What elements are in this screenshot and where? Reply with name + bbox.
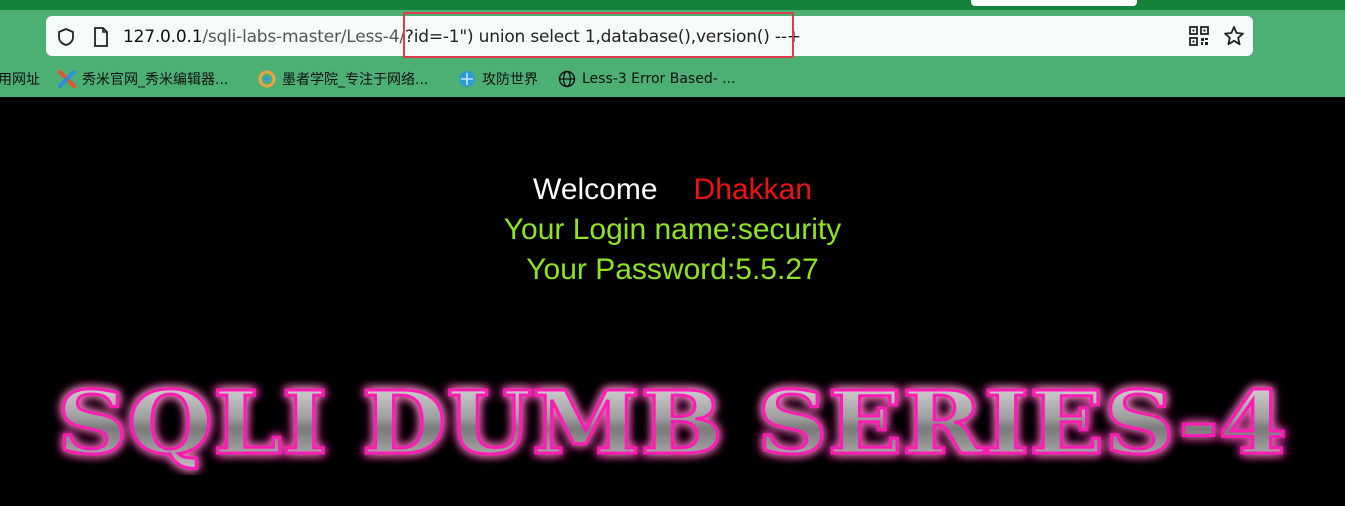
login-name-text: Your Login name:security (503, 213, 842, 246)
bookmark-label: 攻防世界 (482, 72, 538, 88)
xiumi-icon (58, 70, 76, 88)
bookmark-item[interactable]: 秀米官网_秀米编辑器... (58, 66, 228, 92)
bookmark-item[interactable]: 攻防世界 (458, 66, 538, 92)
welcome-line: Welcome Dhakkan (0, 173, 1345, 207)
active-tab[interactable] (971, 0, 1137, 6)
page-icon (91, 26, 111, 48)
bookmark-label: 用网址 (0, 72, 40, 88)
bookmark-star-icon[interactable] (1222, 24, 1246, 48)
bookmark-label: 秀米官网_秀米编辑器... (82, 72, 229, 88)
sqli-dumb-series-banner: SQLI DUMB SERIES-4 (56, 372, 1289, 476)
url-path: /sqli-labs-master/Less-4/ (202, 27, 405, 47)
password-text: Your Password:5.5.27 (526, 253, 819, 286)
highlight-annotation-box (403, 12, 794, 58)
bookmark-item[interactable]: Less-3 Error Based- ... (558, 66, 736, 92)
bookmark-label: 墨者学院_专注于网络... (282, 72, 429, 88)
page-content: Welcome Dhakkan Your Login name:security … (0, 97, 1345, 506)
browser-toolbar: 127.0.0.1/sqli-labs-master/Less-4/?id=-1… (0, 0, 1345, 97)
banner-text: SQLI DUMB SERIES-4 (57, 373, 1287, 474)
bookmarks-bar: 用网址 秀米官网_秀米编辑器... 墨者学院_专注于网络... 攻防世界 Les… (0, 66, 1345, 92)
adworld-icon (458, 70, 476, 88)
globe-icon (558, 70, 576, 88)
bookmark-item[interactable]: 用网址 (0, 66, 40, 92)
tab-strip (0, 0, 1345, 10)
shield-icon[interactable] (55, 26, 77, 48)
bookmark-label: Less-3 Error Based- ... (582, 71, 736, 87)
welcome-text: Welcome (533, 173, 658, 206)
mozhe-icon (258, 70, 276, 88)
bookmark-item[interactable]: 墨者学院_专注于网络... (258, 66, 428, 92)
welcome-name: Dhakkan (693, 173, 812, 206)
url-host: 127.0.0.1 (123, 27, 203, 47)
qr-code-icon[interactable] (1188, 25, 1210, 47)
